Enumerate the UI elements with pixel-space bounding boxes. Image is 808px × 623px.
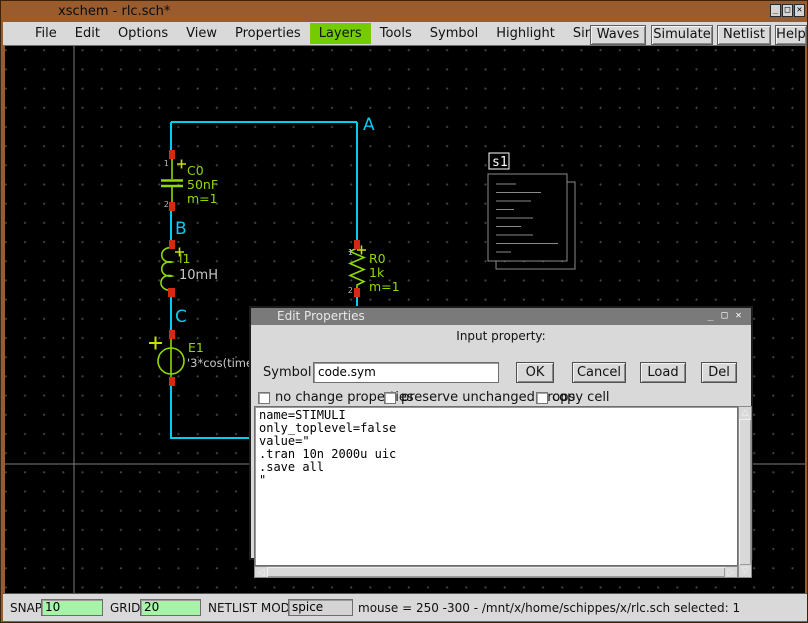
component-capacitor[interactable]: 1 2 C0 50nF m=1 xyxy=(161,150,218,211)
no-change-properties-checkbox[interactable] xyxy=(258,392,270,404)
pin xyxy=(354,240,360,249)
dialog-title: Edit Properties xyxy=(277,309,365,323)
mouse-status-text: mouse = 250 -300 - /mnt/x/home/schippes/… xyxy=(358,601,740,615)
component-code-block[interactable]: s1 xyxy=(488,153,575,269)
dialog-minimize-icon[interactable]: _ xyxy=(705,310,716,322)
component-inductor[interactable]: l1 10mH xyxy=(161,240,218,297)
close-icon[interactable]: ✕ xyxy=(794,4,805,17)
net-label-b[interactable]: B xyxy=(175,219,187,239)
preserve-unchanged-props-checkbox[interactable] xyxy=(384,392,396,404)
symbol-input[interactable]: code.sym xyxy=(313,362,499,383)
net-label-c[interactable]: C xyxy=(175,307,187,327)
statusbar: SNAP: 10 GRID: 20 NETLIST MODE: spice mo… xyxy=(3,593,807,621)
netlist-mode-input[interactable]: spice xyxy=(288,599,353,616)
waves-button[interactable]: Waves xyxy=(590,25,646,45)
code-block-name: s1 xyxy=(492,155,508,170)
wire-source-bottom[interactable] xyxy=(171,385,251,438)
pin-number: 1 xyxy=(348,248,353,257)
cancel-button[interactable]: Cancel xyxy=(572,362,626,383)
menu-properties[interactable]: Properties xyxy=(226,23,310,44)
ok-button[interactable]: OK xyxy=(516,362,554,383)
xschem-window: xschem - rlc.sch* _ □ ✕ File Edit Option… xyxy=(0,0,808,623)
pin-number: 2 xyxy=(164,200,169,209)
minimize-icon[interactable]: _ xyxy=(770,4,781,17)
pin xyxy=(169,202,175,211)
edit-properties-dialog: Edit Properties _ □ ✕ Input property: Sy… xyxy=(249,306,753,560)
plus-icon xyxy=(149,337,162,350)
source-name: E1 xyxy=(188,340,204,355)
pin-number: 1 xyxy=(164,159,169,168)
menu-file[interactable]: File xyxy=(26,23,66,44)
maximize-icon[interactable]: □ xyxy=(782,4,793,17)
resistor-value: 1k xyxy=(369,265,385,280)
inductor-name: l1 xyxy=(179,251,190,266)
resistor-mult: m=1 xyxy=(369,279,400,294)
dialog-close-icon[interactable]: ✕ xyxy=(733,310,744,322)
component-resistor[interactable]: 1 2 R0 1k m=1 xyxy=(348,240,400,297)
pin xyxy=(168,288,175,297)
pin xyxy=(169,330,175,339)
symbol-label: Symbol xyxy=(263,365,311,380)
pin xyxy=(354,288,360,297)
pin xyxy=(169,150,175,159)
simulate-button[interactable]: Simulate xyxy=(651,25,713,45)
window-titlebar[interactable]: xschem - rlc.sch* _ □ ✕ xyxy=(1,1,807,22)
inductor-value: 10mH xyxy=(179,268,218,283)
vertical-scrollbar[interactable]: △ ▽ xyxy=(738,406,752,578)
pin-number: 2 xyxy=(348,286,353,295)
input-property-label: Input property: xyxy=(251,329,751,343)
menu-edit[interactable]: Edit xyxy=(66,23,109,44)
dialog-titlebar[interactable]: Edit Properties _ □ ✕ xyxy=(251,308,751,325)
properties-textarea[interactable]: name=STIMULI only_toplevel=false value="… xyxy=(254,406,738,566)
scroll-right-icon[interactable]: ▷ xyxy=(725,567,737,579)
menu-symbol[interactable]: Symbol xyxy=(421,23,487,44)
netlist-button[interactable]: Netlist xyxy=(717,25,771,45)
vertical-scroll-thumb[interactable] xyxy=(739,419,751,565)
capacitor-mult: m=1 xyxy=(187,191,218,206)
window-title: xschem - rlc.sch* xyxy=(58,4,170,19)
scroll-left-icon[interactable]: ◁ xyxy=(255,567,267,579)
menu-layers[interactable]: Layers xyxy=(310,23,371,44)
load-button[interactable]: Load xyxy=(640,362,686,383)
menu-tools[interactable]: Tools xyxy=(371,23,421,44)
dialog-body: Input property: Symbol code.sym OK Cance… xyxy=(251,325,751,558)
dialog-maximize-icon[interactable]: □ xyxy=(719,310,730,322)
capacitor-name: C0 xyxy=(187,163,204,178)
menu-view[interactable]: View xyxy=(177,23,226,44)
preserve-unchanged-props-label: preserve unchanged props xyxy=(401,390,575,405)
del-button[interactable]: Del xyxy=(701,362,737,383)
net-label-a[interactable]: A xyxy=(363,115,375,135)
horizontal-scroll-thumb[interactable] xyxy=(267,567,725,577)
horizontal-scrollbar[interactable]: ◁ ▷ xyxy=(254,566,738,578)
grid-input[interactable]: 20 xyxy=(140,599,201,616)
copy-cell-checkbox[interactable] xyxy=(536,392,548,404)
capacitor-value: 50nF xyxy=(187,177,218,192)
scroll-up-icon[interactable]: △ xyxy=(739,407,751,419)
menu-options[interactable]: Options xyxy=(109,23,177,44)
pin xyxy=(169,377,175,386)
pin xyxy=(169,240,175,249)
help-button[interactable]: Help xyxy=(775,25,807,45)
resistor-name: R0 xyxy=(369,251,386,266)
plus-icon xyxy=(177,160,186,169)
copy-cell-label: copy cell xyxy=(552,390,610,405)
scroll-down-icon[interactable]: ▽ xyxy=(739,565,751,577)
menu-highlight[interactable]: Highlight xyxy=(487,23,564,44)
snap-input[interactable]: 10 xyxy=(41,599,103,616)
